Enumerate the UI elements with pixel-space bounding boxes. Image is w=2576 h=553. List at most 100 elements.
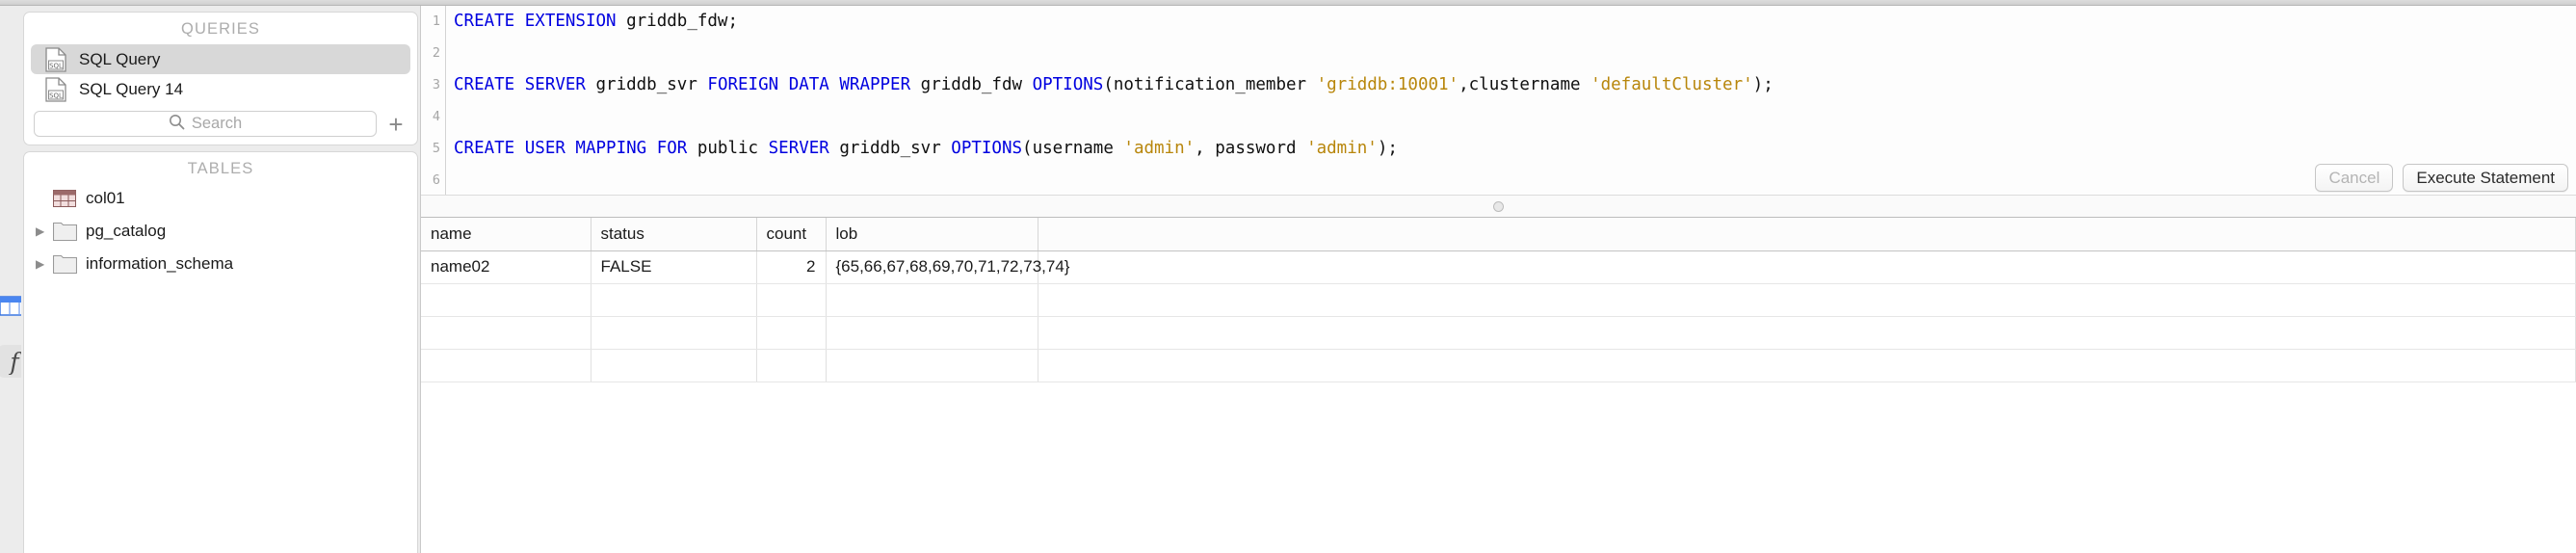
table-cell[interactable]	[826, 283, 1038, 317]
table-row[interactable]	[421, 349, 2576, 382]
chevron-right-icon: ▶	[36, 193, 53, 204]
sidebar: QUERIES SQL SQL Query SQL SQL Query 14 S…	[21, 6, 420, 553]
table-cell[interactable]	[591, 283, 757, 317]
search-input[interactable]: Search	[34, 111, 377, 137]
table-cell[interactable]	[826, 349, 1038, 382]
chevron-right-icon[interactable]: ▶	[36, 225, 53, 237]
line-number: 6	[432, 172, 440, 188]
queries-panel-title: QUERIES	[181, 20, 260, 38]
table-cell[interactable]: FALSE	[591, 250, 757, 284]
table-cell[interactable]	[1038, 316, 2576, 350]
cancel-button[interactable]: Cancel	[2315, 164, 2394, 192]
code-line[interactable]: CREATE USER MAPPING FOR public SERVER gr…	[447, 133, 2576, 165]
queries-panel: QUERIES SQL SQL Query SQL SQL Query 14 S…	[23, 12, 418, 145]
results-pane: name status count lob name02 FALSE 2 {65,66,67…	[421, 218, 2576, 553]
chevron-right-icon[interactable]: ▶	[36, 258, 53, 270]
code-token: );	[1377, 139, 1398, 158]
results-header-row: name status count lob	[421, 218, 2576, 251]
tree-item-label: information_schema	[86, 254, 234, 273]
table-cell[interactable]	[421, 349, 591, 382]
code-token: 'griddb:10001'	[1316, 75, 1459, 94]
folder-icon	[53, 222, 78, 241]
code-token: OPTIONS	[1032, 75, 1104, 94]
table-row[interactable]	[421, 283, 2576, 317]
table-cell[interactable]	[756, 349, 827, 382]
results-column-header[interactable]	[1038, 218, 2576, 251]
code-token: SERVER	[768, 139, 829, 158]
sql-file-icon: SQL	[45, 46, 66, 72]
line-number: 2	[432, 45, 440, 61]
tree-item-information-schema[interactable]: ▶ information_schema	[24, 248, 417, 280]
code-token: 'admin'	[1123, 139, 1196, 158]
results-column-header[interactable]: status	[591, 218, 757, 251]
table-cell[interactable]	[756, 283, 827, 317]
code-token: griddb_fdw	[910, 75, 1033, 94]
table-cell[interactable]	[591, 316, 757, 350]
splitter-knob[interactable]	[1493, 200, 1504, 212]
code-token: , password	[1195, 139, 1307, 158]
code-token: (username	[1022, 139, 1124, 158]
code-token: 'defaultCluster'	[1590, 75, 1753, 94]
editor-button-bar: Cancel Execute Statement	[2315, 164, 2568, 192]
folder-icon	[53, 254, 78, 274]
tree-item-col01[interactable]: ▶ col01	[24, 182, 417, 215]
search-placeholder: Search	[191, 115, 243, 132]
line-number: 5	[432, 141, 440, 156]
code-token: public	[687, 139, 769, 158]
tables-panel: TABLES ▶ col01	[23, 151, 418, 553]
table-cell[interactable]	[421, 316, 591, 350]
code-token: (notification_member	[1103, 75, 1317, 94]
tree-item-pg-catalog[interactable]: ▶ pg_catalog	[24, 215, 417, 248]
table-cell[interactable]	[1038, 349, 2576, 382]
horizontal-splitter[interactable]	[421, 195, 2576, 218]
code-token: ,clustername	[1459, 75, 1591, 94]
table-cell[interactable]	[591, 349, 757, 382]
query-item-label: SQL Query	[79, 49, 161, 68]
table-cell[interactable]	[421, 283, 591, 317]
execute-statement-button[interactable]: Execute Statement	[2403, 164, 2568, 192]
code-line[interactable]: CREATE EXTENSION griddb_fdw;	[447, 6, 2576, 38]
editor-code[interactable]: CREATE EXTENSION griddb_fdw; CREATE SERV…	[447, 6, 2576, 195]
left-icon-rail: f	[0, 6, 31, 553]
sql-editor[interactable]: 12345678910 CREATE EXTENSION griddb_fdw;…	[421, 6, 2576, 195]
tree-item-label: col01	[86, 189, 125, 207]
code-token: griddb_svr	[585, 75, 708, 94]
table-row[interactable]: name02 FALSE 2 {65,66,67,68,69,70,71,72,73,…	[421, 250, 2576, 284]
execute-statement-button-label: Execute Statement	[2416, 168, 2555, 187]
add-query-button[interactable]: +	[384, 112, 407, 137]
table-cell[interactable]	[756, 316, 827, 350]
code-token: FOREIGN DATA WRAPPER	[707, 75, 911, 94]
query-item-sql-query[interactable]: SQL SQL Query	[31, 44, 410, 74]
code-token: 'admin'	[1306, 139, 1378, 158]
code-token: CREATE SERVER	[454, 75, 586, 94]
code-line[interactable]	[447, 165, 2576, 195]
code-line[interactable]: CREATE SERVER griddb_svr FOREIGN DATA WR…	[447, 69, 2576, 101]
table-row[interactable]	[421, 316, 2576, 350]
queries-search-row: Search +	[34, 111, 407, 137]
table-cell[interactable]: {65,66,67,68,69,70,71,72,73,74}	[826, 250, 1069, 284]
table-cell[interactable]: name02	[421, 250, 591, 284]
query-item-label: SQL Query 14	[79, 79, 184, 98]
code-token: griddb_svr	[828, 139, 952, 158]
main-area: 12345678910 CREATE EXTENSION griddb_fdw;…	[420, 6, 2576, 553]
results-column-header[interactable]: name	[421, 218, 591, 251]
table-cell[interactable]	[1038, 250, 2576, 284]
results-column-header[interactable]: count	[756, 218, 827, 251]
svg-text:SQL: SQL	[49, 92, 63, 99]
code-line[interactable]	[447, 101, 2576, 133]
table-cell[interactable]	[1038, 283, 2576, 317]
code-line[interactable]	[447, 38, 2576, 69]
results-column-header[interactable]: lob	[826, 218, 1038, 251]
app-window: f QUERIES SQL SQL Query SQL SQL Query 14…	[0, 0, 2576, 553]
search-icon	[169, 114, 185, 135]
tables-panel-title: TABLES	[187, 160, 254, 177]
results-body: name02 FALSE 2 {65,66,67,68,69,70,71,72,73,…	[421, 250, 2576, 382]
code-token: CREATE EXTENSION	[454, 12, 617, 31]
code-token: );	[1752, 75, 1774, 94]
table-cell[interactable]: 2	[756, 250, 827, 284]
table-cell[interactable]	[826, 316, 1038, 350]
code-token: OPTIONS	[951, 139, 1023, 158]
line-number: 1	[432, 13, 440, 29]
query-item-sql-query-14[interactable]: SQL SQL Query 14	[31, 74, 410, 104]
svg-text:SQL: SQL	[49, 62, 63, 69]
